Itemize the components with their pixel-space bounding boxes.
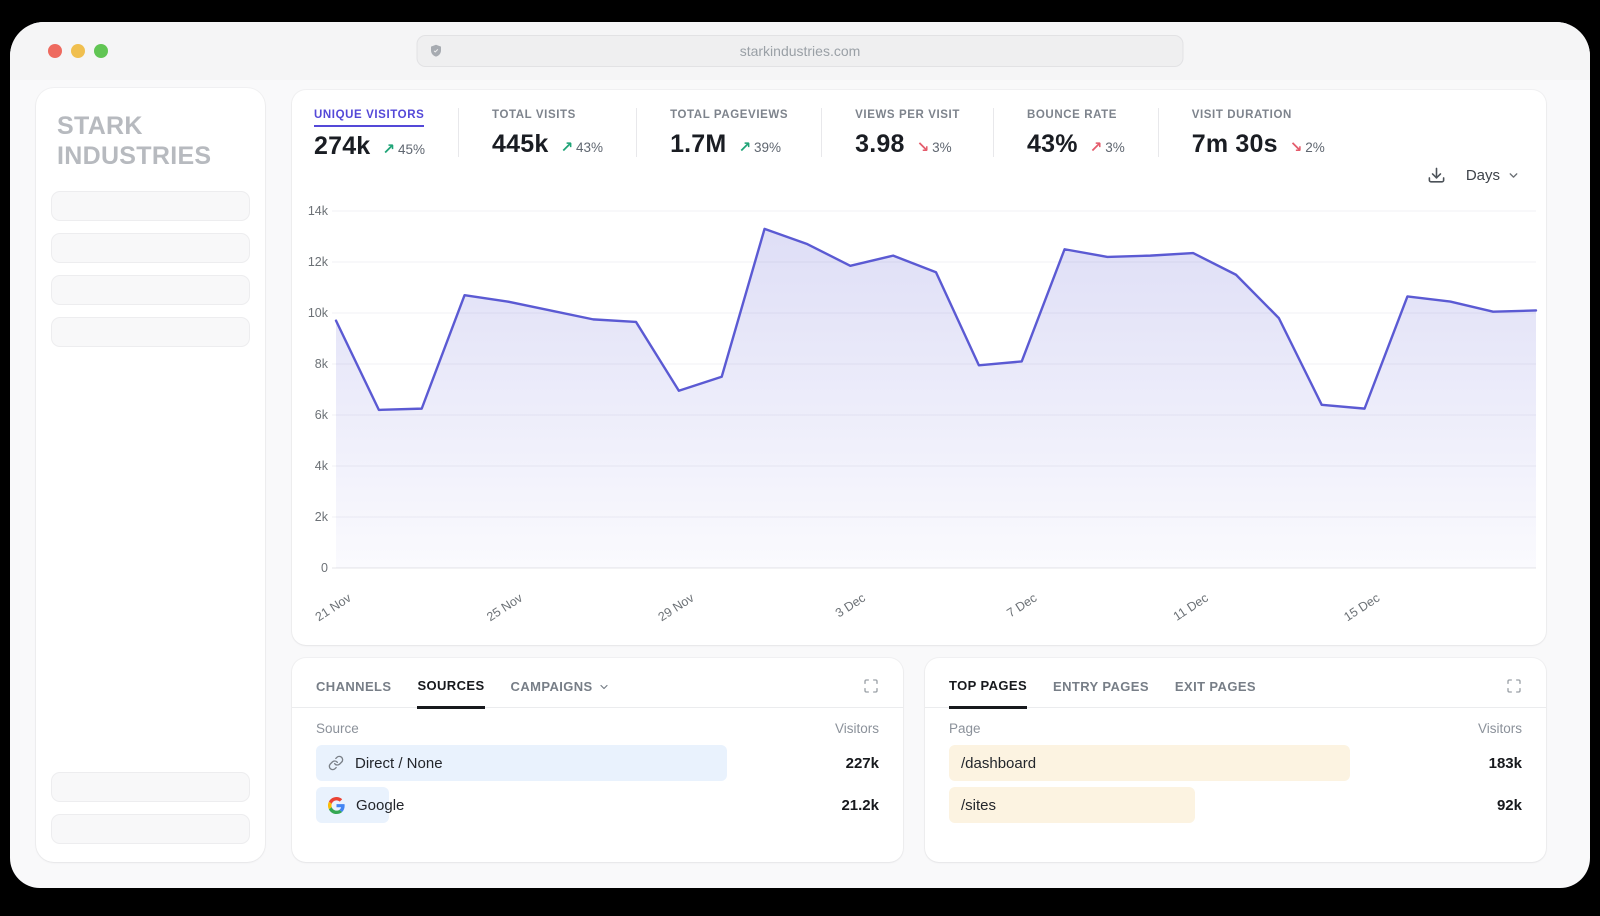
svg-text:25 Nov: 25 Nov <box>484 590 525 624</box>
shield-icon <box>429 43 444 59</box>
svg-text:21 Nov: 21 Nov <box>313 590 354 624</box>
trend-arrow: ↗ <box>1090 138 1103 156</box>
sidebar-nav-placeholder <box>51 191 250 221</box>
svg-text:15 Dec: 15 Dec <box>1341 591 1382 624</box>
maximize-window-button[interactable] <box>94 44 108 58</box>
source-row-direct[interactable]: Direct / None 227k <box>316 745 879 781</box>
window-controls <box>48 44 108 58</box>
pages-tabs: TOP PAGES ENTRY PAGES EXIT PAGES <box>925 658 1546 708</box>
address-bar[interactable]: starkindustries.com <box>417 35 1184 67</box>
pages-panel: TOP PAGES ENTRY PAGES EXIT PAGES Page Vi… <box>925 658 1546 862</box>
page-label: /sites <box>961 797 996 814</box>
divider <box>636 108 637 157</box>
tab-exit-pages[interactable]: EXIT PAGES <box>1175 679 1256 707</box>
link-icon <box>328 755 344 771</box>
tab-campaigns[interactable]: CAMPAIGNS <box>511 679 610 707</box>
interval-dropdown[interactable]: Days <box>1466 167 1520 184</box>
svg-text:29 Nov: 29 Nov <box>656 590 697 624</box>
svg-text:4k: 4k <box>315 459 329 473</box>
trend-arrow: ↘ <box>917 138 930 156</box>
expand-sources-button[interactable] <box>863 678 879 707</box>
trend-arrow: ↘ <box>1290 138 1303 156</box>
trend-arrow: ↗ <box>738 138 751 156</box>
source-visitors: 227k <box>846 755 879 772</box>
minimize-window-button[interactable] <box>71 44 85 58</box>
page-label: /dashboard <box>961 755 1036 772</box>
sources-tabs: CHANNELS SOURCES CAMPAIGNS <box>292 658 903 708</box>
visitors-chart-svg: 0 2k 4k 6k 8k 10k 12k 14k 21 Nov 25 Nov 29 Nov 3 De… <box>292 196 1546 643</box>
brand-logo: STARK INDUSTRIES <box>57 112 244 171</box>
close-window-button[interactable] <box>48 44 62 58</box>
browser-chrome: starkindustries.com <box>10 22 1590 80</box>
svg-text:0: 0 <box>321 561 328 575</box>
chart-toolbar: Days <box>1427 166 1520 185</box>
chevron-down-icon <box>598 681 610 693</box>
tab-top-pages[interactable]: TOP PAGES <box>949 678 1027 709</box>
sidebar-nav-placeholder <box>51 317 250 347</box>
url-text: starkindustries.com <box>740 43 861 59</box>
page-visitors: 92k <box>1497 797 1522 814</box>
source-label: Direct / None <box>355 755 443 772</box>
svg-text:14k: 14k <box>308 204 329 218</box>
page-visitors: 183k <box>1489 755 1522 772</box>
svg-text:3 Dec: 3 Dec <box>833 591 868 621</box>
svg-text:11 Dec: 11 Dec <box>1171 591 1211 624</box>
brand-line-2: INDUSTRIES <box>57 142 244 172</box>
tab-sources[interactable]: SOURCES <box>417 678 484 709</box>
metric-total-visits[interactable]: TOTAL VISITS 445k ↗43% <box>492 105 636 159</box>
visitors-chart[interactable]: 0 2k 4k 6k 8k 10k 12k 14k 21 Nov 25 Nov 29 Nov 3 De… <box>292 196 1546 643</box>
svg-text:2k: 2k <box>315 510 329 524</box>
divider <box>821 108 822 157</box>
brand-line-1: STARK <box>57 112 244 142</box>
chevron-down-icon <box>1507 169 1520 182</box>
sources-table-header: Source Visitors <box>292 708 903 745</box>
pages-table-header: Page Visitors <box>925 708 1546 745</box>
divider <box>993 108 994 157</box>
metric-unique-visitors[interactable]: UNIQUE VISITORS 274k ↗45% <box>314 105 458 161</box>
download-icon <box>1427 166 1446 185</box>
source-row-google[interactable]: Google 21.2k <box>316 787 879 823</box>
metric-total-pageviews[interactable]: TOTAL PAGEVIEWS 1.7M ↗39% <box>670 105 821 159</box>
svg-text:10k: 10k <box>308 306 329 320</box>
divider <box>458 108 459 157</box>
expand-icon <box>863 678 879 694</box>
google-icon <box>328 797 345 814</box>
expand-icon <box>1506 678 1522 694</box>
sidebar-nav-placeholder <box>51 814 250 844</box>
analytics-card: UNIQUE VISITORS 274k ↗45% TOTAL VISITS 4… <box>292 90 1546 645</box>
svg-text:7 Dec: 7 Dec <box>1004 591 1039 621</box>
download-button[interactable] <box>1427 166 1446 185</box>
svg-text:8k: 8k <box>315 357 329 371</box>
tab-channels[interactable]: CHANNELS <box>316 679 391 707</box>
trend-arrow: ↗ <box>382 140 395 158</box>
metrics-bar: UNIQUE VISITORS 274k ↗45% TOTAL VISITS 4… <box>292 90 1546 161</box>
page-row-sites[interactable]: /sites 92k <box>949 787 1522 823</box>
trend-arrow: ↗ <box>560 138 573 156</box>
browser-window: starkindustries.com STARK INDUSTRIES UNI… <box>10 22 1590 888</box>
sources-panel: CHANNELS SOURCES CAMPAIGNS Source Visito… <box>292 658 903 862</box>
expand-pages-button[interactable] <box>1506 678 1522 707</box>
sidebar-nav-placeholder <box>51 275 250 305</box>
tab-entry-pages[interactable]: ENTRY PAGES <box>1053 679 1149 707</box>
metric-views-per-visit[interactable]: VIEWS PER VISIT 3.98 ↘3% <box>855 105 993 159</box>
svg-text:12k: 12k <box>308 255 329 269</box>
sidebar: STARK INDUSTRIES <box>36 88 265 862</box>
sidebar-nav-placeholder <box>51 772 250 802</box>
sidebar-nav-placeholder <box>51 233 250 263</box>
divider <box>1158 108 1159 157</box>
source-label: Google <box>356 797 404 814</box>
page-row-dashboard[interactable]: /dashboard 183k <box>949 745 1522 781</box>
metric-visit-duration[interactable]: VISIT DURATION 7m 30s ↘2% <box>1192 105 1358 159</box>
svg-text:6k: 6k <box>315 408 329 422</box>
metric-bounce-rate[interactable]: BOUNCE RATE 43% ↗3% <box>1027 105 1158 159</box>
source-visitors: 21.2k <box>841 797 879 814</box>
